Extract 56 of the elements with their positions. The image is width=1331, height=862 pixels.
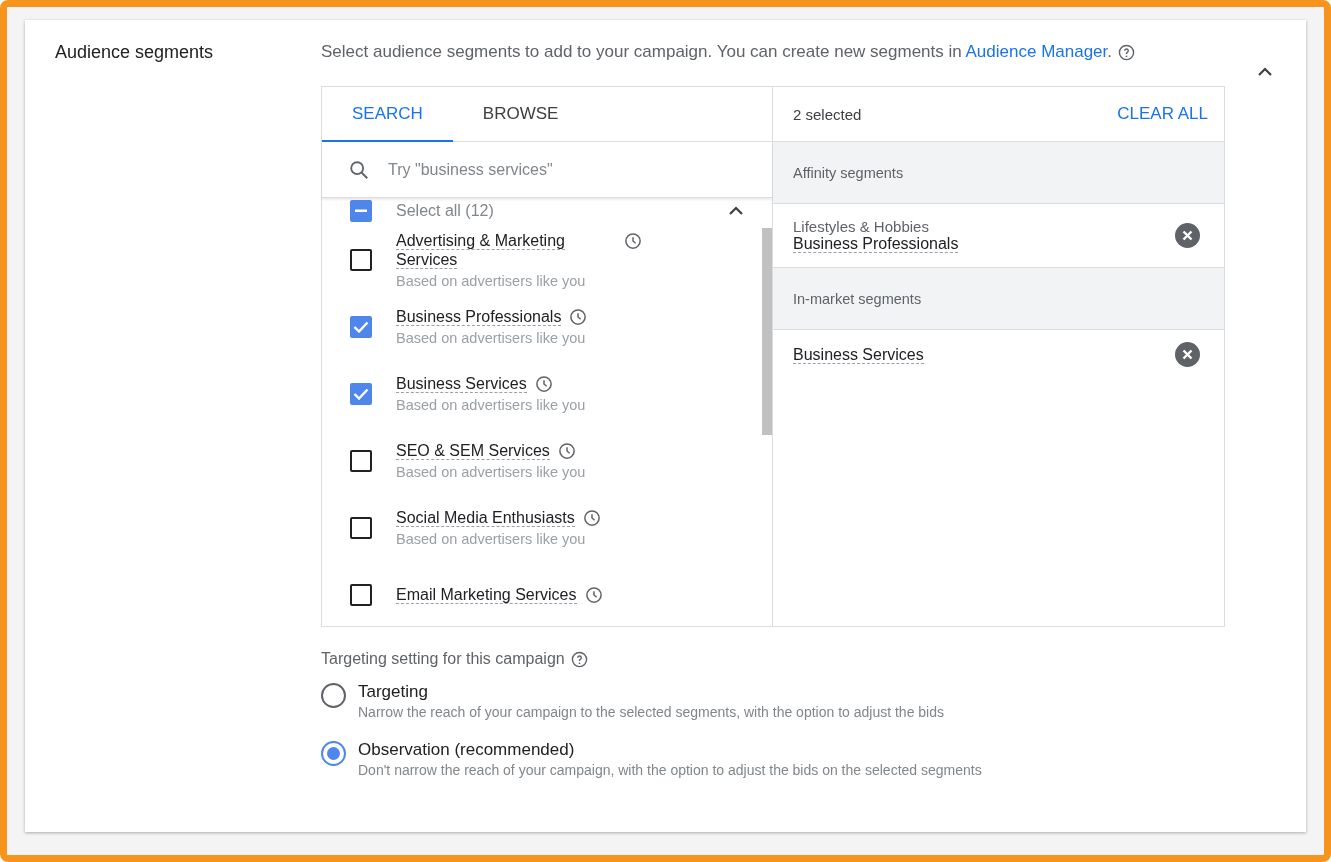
section-description: Select audience segments to add to your campaign. You can create new segments in Audience Manager. [321, 42, 1113, 62]
help-icon[interactable] [1118, 44, 1136, 61]
scrollbar-thumb[interactable] [762, 228, 772, 435]
option-description: Narrow the reach of your campaign to the selected segments, with the option to adjust the bids [358, 704, 944, 720]
segment-note: Based on advertisers like you [396, 330, 587, 346]
segment-name: SEO & SEM Services [396, 441, 550, 460]
selected-segment: Business Services [793, 345, 924, 364]
segment-name: Business Professionals [396, 307, 562, 326]
checkbox[interactable] [350, 583, 372, 606]
checkbox[interactable] [350, 382, 372, 405]
select-all-checkbox[interactable] [350, 200, 372, 222]
selected-segment: Business Professionals [793, 235, 959, 253]
remove-button[interactable] [1175, 223, 1200, 248]
group-header: In-market segments [773, 268, 1224, 330]
checkbox[interactable] [350, 516, 372, 539]
segment-name: Email Marketing Services [396, 585, 577, 604]
checkbox[interactable] [350, 248, 372, 271]
segment-category: Lifestyles & Hobbies [793, 218, 930, 235]
clock-icon [534, 375, 553, 393]
group-header: Affinity segments [773, 142, 1224, 204]
clock-icon [569, 308, 588, 326]
checkbox[interactable] [350, 315, 372, 338]
segment-note: Based on advertisers like you [396, 464, 586, 480]
check-icon [353, 320, 369, 333]
help-icon[interactable] [570, 651, 588, 668]
segment-note: Based on advertisers like you [396, 397, 586, 413]
audience-manager-link[interactable]: Audience Manager [965, 42, 1108, 61]
search-icon [348, 158, 370, 181]
clear-all-button[interactable]: CLEAR ALL [1117, 104, 1208, 124]
close-icon [1182, 230, 1193, 241]
remove-button[interactable] [1175, 342, 1200, 367]
clock-icon [557, 442, 576, 460]
option-label: Observation (recommended) [358, 740, 576, 760]
check-icon [353, 387, 369, 400]
select-all-label: Select all (12) [396, 202, 495, 220]
tab[interactable]: SEARCH [322, 87, 453, 142]
segment-name: Social Media Enthusiasts [396, 508, 575, 527]
radio-button[interactable] [321, 741, 346, 766]
clock-icon [582, 509, 601, 527]
minus-icon [355, 209, 367, 213]
segment-name: Advertising & Marketing Services [396, 230, 566, 269]
segment-note: Based on advertisers like you [396, 531, 587, 547]
checkbox[interactable] [350, 449, 372, 472]
radio-button[interactable] [321, 683, 346, 708]
tab[interactable]: BROWSE [452, 87, 589, 142]
chevron-icon [1257, 67, 1273, 77]
clock-icon [584, 586, 603, 604]
close-icon [1182, 349, 1193, 360]
option-label: Targeting [358, 682, 429, 702]
selected-count: 2 selected [793, 105, 862, 123]
targeting-title: Targeting setting for this campaign [321, 649, 565, 668]
segment-note: Based on advertisers like you [396, 272, 587, 289]
option-description: Don't narrow the reach of your campaign, with the option to adjust the bids on the selected segments [358, 762, 982, 778]
clock-icon [624, 231, 642, 250]
segment-name: Business Services [396, 374, 527, 393]
section-title: Audience segments [55, 41, 215, 64]
